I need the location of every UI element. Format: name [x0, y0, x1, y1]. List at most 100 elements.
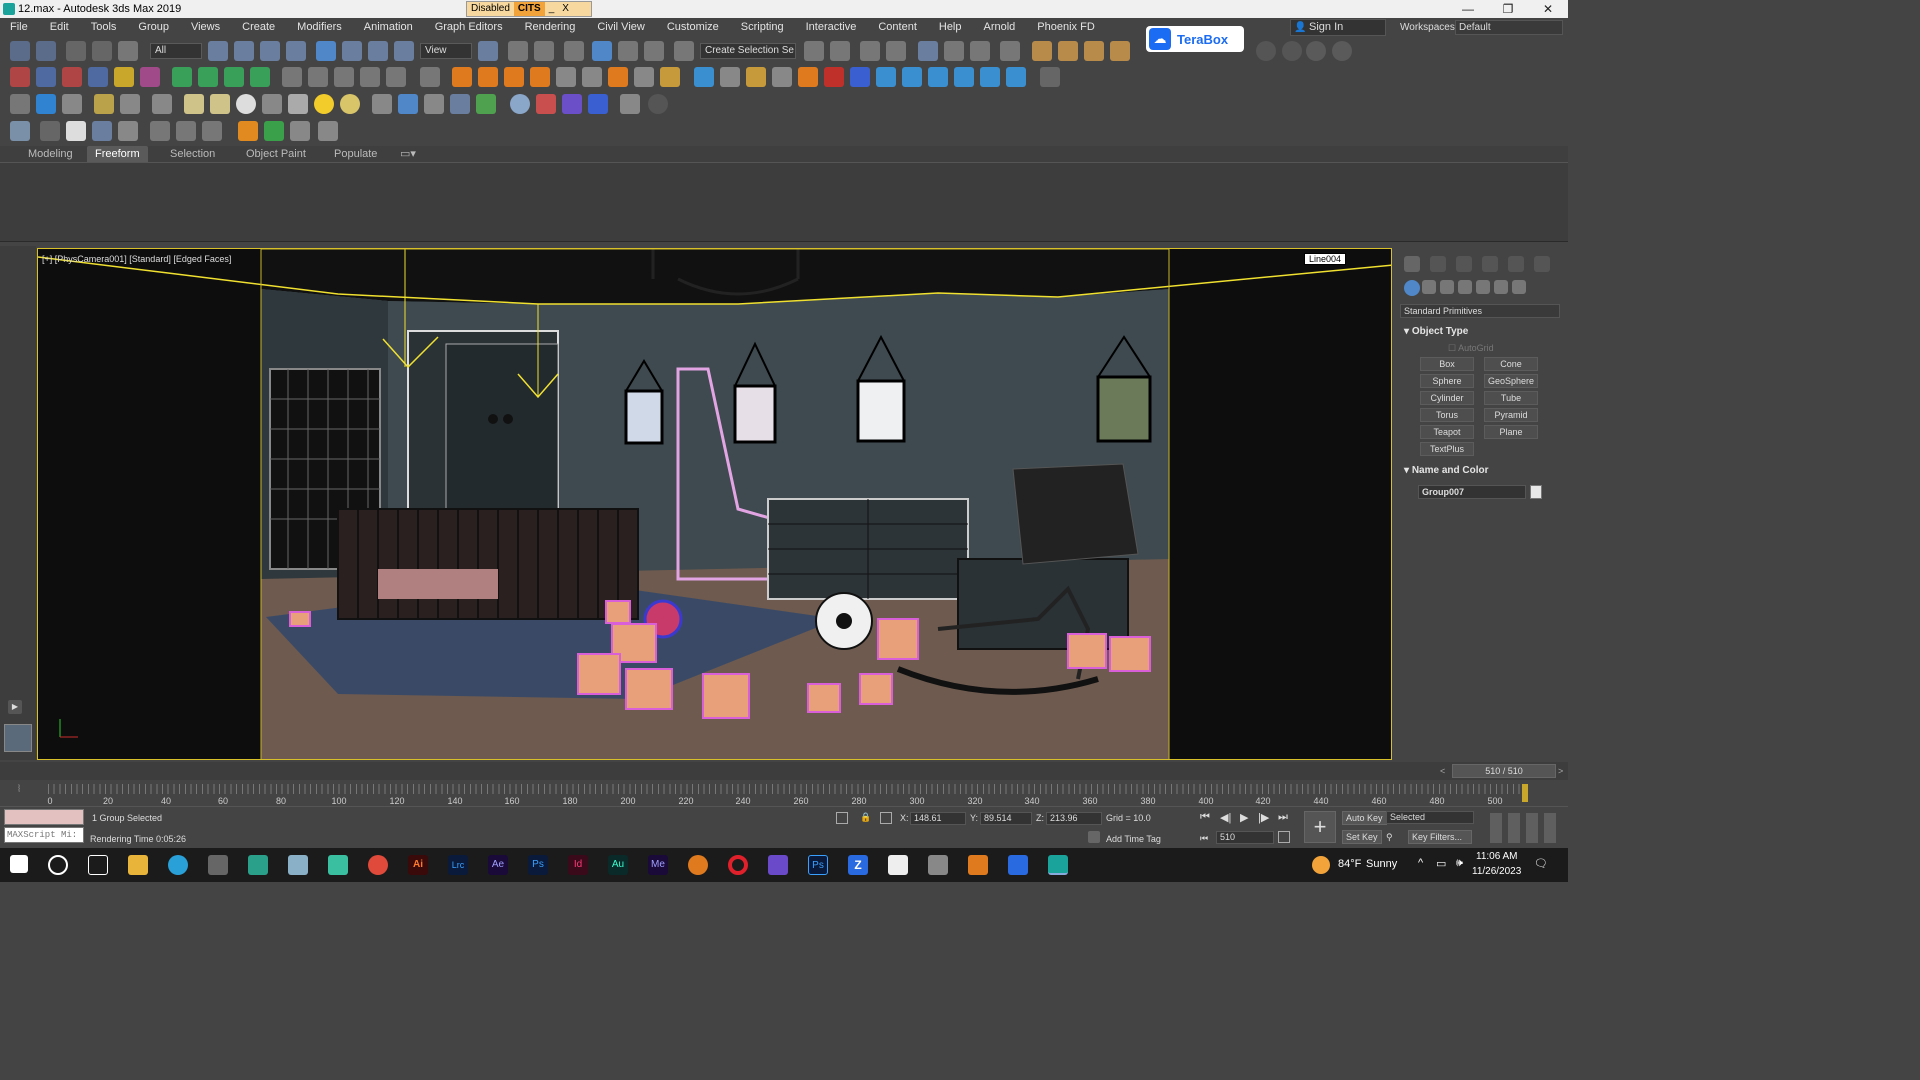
menu-file[interactable]: File — [0, 18, 39, 37]
3dsmax-taskbar-icon[interactable] — [1048, 855, 1068, 875]
render-iterative-icon[interactable] — [1110, 41, 1130, 61]
maps-icon[interactable] — [248, 855, 268, 875]
key-mode-icon[interactable]: ⏮ — [1200, 833, 1208, 844]
teapot-icon[interactable] — [10, 94, 30, 114]
textplus-button[interactable]: TextPlus — [1420, 442, 1474, 456]
undo-icon[interactable] — [10, 41, 30, 61]
opera-icon[interactable] — [728, 855, 748, 875]
app-icon[interactable] — [3, 3, 15, 15]
menu-group[interactable]: Group — [127, 18, 180, 37]
after-effects-icon[interactable]: Ae — [488, 855, 508, 875]
cone-button[interactable]: Cone — [1484, 357, 1538, 371]
render-elements-icon[interactable] — [588, 94, 608, 114]
fire-source-icon[interactable] — [452, 67, 472, 87]
current-frame-marker[interactable] — [1522, 784, 1528, 802]
mirror-icon[interactable] — [804, 41, 824, 61]
disabled-label[interactable]: Disabled — [467, 2, 514, 16]
pause-icon[interactable] — [308, 67, 328, 87]
fire-grid-icon[interactable] — [478, 67, 498, 87]
minimize-button[interactable]: — — [1448, 0, 1488, 18]
mesh-light-icon[interactable] — [262, 94, 282, 114]
image-icon[interactable] — [62, 94, 82, 114]
light-lister-icon[interactable] — [94, 94, 114, 114]
liquid-source-icon[interactable] — [694, 67, 714, 87]
expand-arrow-icon[interactable]: ▶ — [8, 700, 22, 714]
create-fur-icon[interactable] — [88, 67, 108, 87]
schematic-view-icon[interactable] — [970, 41, 990, 61]
forest-pack-icon[interactable] — [238, 121, 258, 141]
liquid-wave-icon[interactable] — [902, 67, 922, 87]
create-proxy-icon[interactable] — [62, 67, 82, 87]
brush-icon[interactable] — [660, 67, 680, 87]
absolute-mode-icon[interactable] — [880, 812, 892, 824]
terabox-taskbar-icon[interactable] — [1008, 855, 1028, 875]
menu-customize[interactable]: Customize — [656, 18, 730, 37]
table-icon[interactable] — [318, 121, 338, 141]
rect-selection-icon[interactable] — [260, 41, 280, 61]
go-to-start-icon[interactable]: ⏮ — [1200, 811, 1210, 824]
ambient-light-icon[interactable] — [340, 94, 360, 114]
app-icon[interactable] — [208, 855, 228, 875]
lights-icon[interactable] — [120, 94, 140, 114]
close-mini-button[interactable]: X — [558, 2, 573, 16]
wind-icon[interactable] — [582, 67, 602, 87]
minimize-mini-button[interactable]: _ — [545, 2, 559, 16]
zoom-icon[interactable]: Z — [848, 855, 868, 875]
tools-icon[interactable] — [290, 121, 310, 141]
gear-tool-icon[interactable] — [450, 94, 470, 114]
frame-buffer-icon[interactable] — [620, 94, 640, 114]
indesign-icon[interactable]: Id — [568, 855, 588, 875]
time-slider[interactable]: < 510 / 510 > — [0, 762, 1568, 780]
place-icon[interactable] — [394, 41, 414, 61]
hierarchy-tab-icon[interactable] — [1456, 256, 1472, 272]
y-coordinate-field[interactable]: 89.514 — [980, 812, 1032, 825]
tab-selection[interactable]: Selection — [162, 146, 223, 162]
pivot-center-icon[interactable] — [478, 41, 498, 61]
render-setup-icon[interactable] — [1032, 41, 1052, 61]
viewport-layout-thumbnail[interactable] — [4, 724, 32, 752]
geosphere-button[interactable]: GeoSphere — [1484, 374, 1538, 388]
sun-icon[interactable] — [314, 94, 334, 114]
ies-light-icon[interactable] — [288, 94, 308, 114]
edge-icon[interactable] — [168, 855, 188, 875]
liquid-sphere-icon[interactable] — [824, 67, 844, 87]
geometry-icon[interactable] — [1404, 280, 1420, 296]
cits-label[interactable]: CITS — [513, 2, 545, 16]
torus-button[interactable]: Torus — [1420, 408, 1474, 422]
tab-freeform[interactable]: Freeform — [87, 146, 148, 162]
fur-icon[interactable] — [372, 94, 392, 114]
add-time-tag-button[interactable]: Add Time Tag — [1106, 834, 1161, 844]
particle-icon[interactable] — [634, 67, 654, 87]
sphere-button[interactable]: Sphere — [1420, 374, 1474, 388]
play-forward-icon[interactable] — [176, 121, 196, 141]
vfb-icon[interactable] — [562, 94, 582, 114]
search-icon[interactable] — [48, 855, 68, 875]
menu-arnold[interactable]: Arnold — [973, 18, 1027, 37]
clock-time[interactable]: 11:06 AM — [1476, 851, 1518, 862]
prev-frame-arrow[interactable]: < — [1440, 766, 1445, 776]
z-coordinate-field[interactable]: 213.96 — [1046, 812, 1102, 825]
shapes-icon[interactable] — [1422, 280, 1436, 294]
workspaces-dropdown[interactable]: Default — [1455, 20, 1563, 35]
rotate-icon[interactable] — [342, 41, 362, 61]
app-icon[interactable] — [968, 855, 988, 875]
modify-tab-icon[interactable] — [1430, 256, 1446, 272]
keyboard-shortcut-icon[interactable] — [534, 41, 554, 61]
fire-sim-icon[interactable] — [504, 67, 524, 87]
rendered-frame-window-icon[interactable] — [1058, 41, 1078, 61]
menu-modifiers[interactable]: Modifiers — [286, 18, 353, 37]
material-editor-icon[interactable] — [1000, 41, 1020, 61]
previous-frame-icon[interactable]: ◀| — [1220, 811, 1231, 824]
cylinder-button[interactable]: Cylinder — [1420, 391, 1474, 405]
liquid-cup-icon[interactable] — [746, 67, 766, 87]
create-camera-icon[interactable] — [36, 67, 56, 87]
bind-space-warp-icon[interactable] — [118, 41, 138, 61]
close-button[interactable]: ✕ — [1528, 0, 1568, 18]
select-by-name-icon[interactable] — [234, 41, 254, 61]
utilities-tab-icon[interactable] — [1534, 256, 1550, 272]
object-color-swatch[interactable] — [1530, 485, 1542, 499]
menu-phoenix-fd[interactable]: Phoenix FD — [1026, 18, 1105, 37]
go-to-end-icon[interactable]: ⏭ — [1278, 811, 1288, 824]
percent-snap-icon[interactable] — [618, 41, 638, 61]
menu-animation[interactable]: Animation — [353, 18, 424, 37]
